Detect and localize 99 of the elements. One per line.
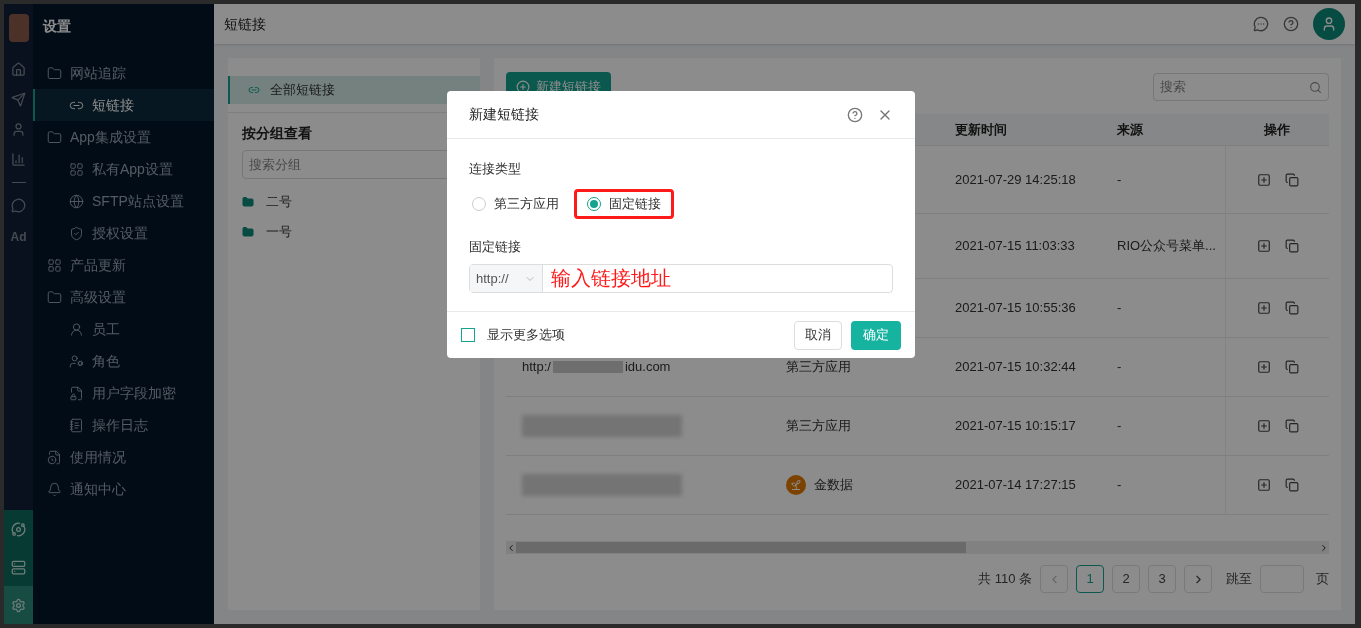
orbit-icon (11, 521, 26, 537)
page-title: 短链接 (224, 14, 266, 34)
table-cell-text: 金数据 (814, 476, 853, 495)
notebook-icon (69, 417, 84, 433)
add-icon[interactable] (1256, 239, 1271, 253)
column-header: 来源 (1117, 121, 1143, 137)
copy-icon[interactable] (1284, 172, 1299, 187)
sidebar-item[interactable]: 网站追踪 (33, 57, 214, 89)
chat-icon[interactable] (11, 198, 26, 213)
copy-icon[interactable] (1284, 419, 1299, 433)
copy-icon[interactable] (1284, 301, 1299, 315)
chat-icon[interactable] (1253, 16, 1269, 32)
app-logo-icon (786, 475, 806, 495)
table-cell-text: 第三方应用 (786, 417, 851, 436)
radio-option[interactable]: 固定链接 (574, 188, 674, 219)
add-icon[interactable] (1256, 419, 1271, 433)
table-cell: RIO公众号菜单... (1117, 238, 1216, 254)
ad-label[interactable]: Ad (10, 228, 27, 246)
add-icon[interactable] (1256, 301, 1271, 315)
sidebar-item[interactable]: SFTP站点设置 (33, 185, 214, 217)
total-count: 共 110 条 (978, 570, 1032, 589)
bar-chart-icon[interactable] (11, 152, 26, 167)
server-icon (11, 559, 26, 575)
dialog-title: 新建短链接 (469, 105, 539, 124)
confirm-button[interactable]: 确定 (851, 320, 901, 350)
folder-icon (47, 289, 62, 305)
column-header: 更新时间 (955, 121, 1007, 137)
avatar[interactable] (1313, 8, 1345, 40)
search-field[interactable]: 搜索 (1153, 73, 1329, 101)
help-icon[interactable] (1283, 16, 1299, 32)
sidebar-item[interactable]: 授权设置 (33, 217, 214, 249)
folder-icon (242, 196, 254, 208)
table-cell: - (1117, 300, 1122, 316)
add-icon[interactable] (1256, 360, 1271, 374)
folder-icon (242, 226, 254, 238)
globe-icon (69, 193, 84, 209)
sidebar-title: 设置 (41, 16, 72, 36)
column-header: 操作 (1264, 121, 1290, 137)
table-cell-text: 第三方应用 (786, 358, 851, 377)
link-icon (248, 84, 260, 96)
more-options-checkbox[interactable]: 显示更多选项 (461, 325, 565, 345)
table-cell: 2021-07-15 10:15:17 (955, 418, 1076, 434)
scroll-right-icon[interactable] (1319, 542, 1329, 553)
grid-icon (69, 161, 84, 177)
table-cell: 2021-07-14 17:27:15 (955, 477, 1076, 493)
sidebar-item[interactable]: 用户字段加密 (33, 377, 214, 409)
search-input[interactable]: 搜索 (1160, 77, 1309, 97)
sidebar-item[interactable]: 操作日志 (33, 409, 214, 441)
folder-icon (47, 129, 62, 145)
sidebar-item[interactable]: 角色 (33, 345, 214, 377)
cancel-button[interactable]: 取消 (794, 320, 842, 350)
jump-label: 跳至 (1226, 570, 1252, 589)
user-icon[interactable] (11, 122, 26, 137)
page-button[interactable]: 1 (1076, 565, 1104, 593)
protocol-select[interactable]: http:// (470, 265, 543, 292)
help-icon[interactable] (847, 106, 863, 123)
document-lock-icon (69, 385, 84, 401)
bell-icon (47, 481, 62, 497)
link-field[interactable]: http:// 输入链接地址 (469, 264, 893, 293)
field-label: 固定链接 (469, 237, 522, 256)
home-icon[interactable] (11, 62, 26, 77)
scroll-left-icon[interactable] (506, 542, 516, 553)
table-cell: - (1117, 418, 1122, 434)
copy-icon[interactable] (1284, 478, 1299, 492)
table-cell: - (1117, 477, 1122, 493)
sidebar-item[interactable]: 产品更新 (33, 249, 214, 281)
send-icon[interactable] (11, 92, 26, 107)
table-cell-text: http:/ idu.com (522, 358, 671, 377)
folder-icon (47, 65, 62, 81)
page-button[interactable]: 3 (1148, 565, 1176, 593)
add-icon[interactable] (1256, 172, 1271, 187)
table-cell: - (1117, 359, 1122, 375)
shield-icon (69, 225, 84, 241)
table-cell: 2021-07-15 10:55:36 (955, 300, 1076, 316)
group-heading: 按分组查看 (241, 124, 313, 143)
copy-icon[interactable] (1284, 360, 1299, 374)
table-cell: - (1117, 171, 1122, 187)
horizontal-scrollbar[interactable] (506, 541, 1329, 554)
settings-icon (11, 597, 26, 613)
page-suffix: 页 (1316, 570, 1329, 589)
sidebar-item[interactable]: App集成设置 (33, 121, 214, 153)
table-cell: 2021-07-15 10:32:44 (955, 359, 1076, 375)
table-cell: 2021-07-29 14:25:18 (955, 171, 1076, 187)
table-cell: 2021-07-15 11:03:33 (955, 238, 1075, 254)
document-clock-icon (47, 449, 62, 465)
page-button[interactable]: 2 (1112, 565, 1140, 593)
user-icon (69, 321, 84, 337)
sidebar-item[interactable]: 短链接 (33, 89, 214, 121)
search-icon (1309, 80, 1322, 94)
copy-icon[interactable] (1284, 239, 1299, 253)
sidebar-item[interactable]: 员工 (33, 313, 214, 345)
sidebar-item[interactable]: 高级设置 (33, 281, 214, 313)
grid-icon (47, 257, 62, 273)
sidebar-item[interactable]: 使用情况 (33, 441, 214, 473)
add-icon[interactable] (1256, 478, 1271, 492)
sidebar-item[interactable]: 私有App设置 (33, 153, 214, 185)
logo-icon (8, 14, 29, 42)
sidebar-item[interactable]: 通知中心 (33, 473, 214, 505)
group-item[interactable]: 全部短链接 (228, 76, 480, 104)
